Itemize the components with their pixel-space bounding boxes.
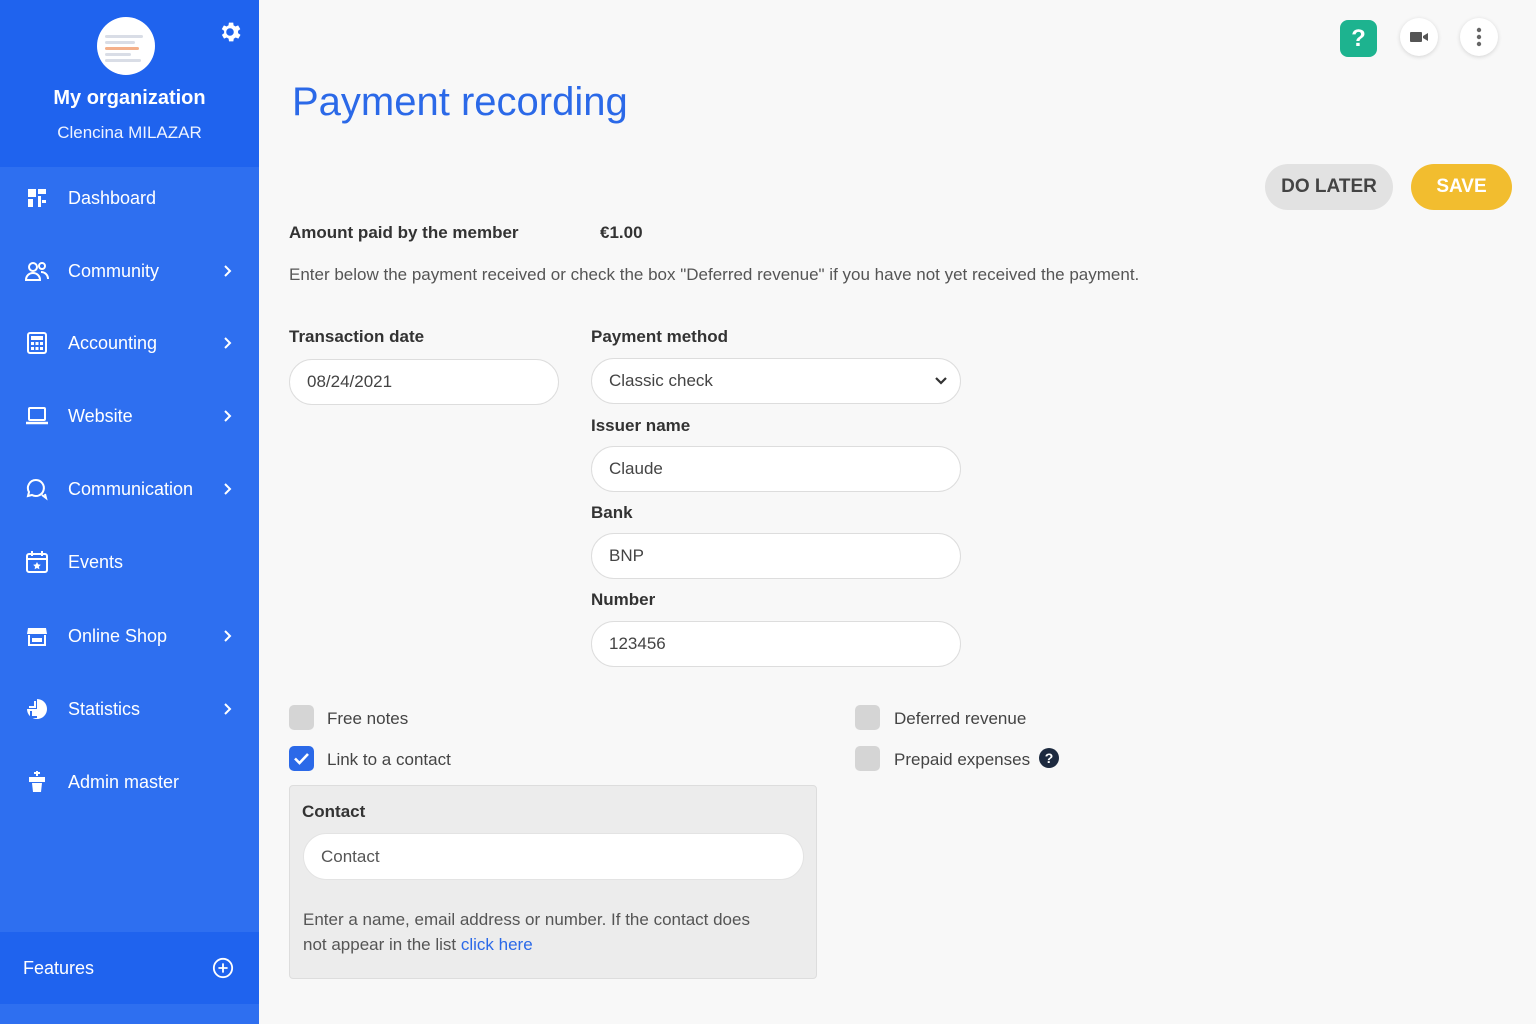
sidebar-item-website[interactable]: Website — [0, 391, 259, 441]
chat-bubble-icon — [26, 478, 48, 501]
do-later-button[interactable]: DO LATER — [1265, 164, 1393, 210]
avatar[interactable] — [97, 17, 155, 75]
prepaid-expenses-label: Prepaid expenses — [894, 750, 1031, 769]
link-contact-label: Link to a contact — [327, 750, 451, 769]
contact-help-text: Enter a name, email address or number. I… — [303, 907, 773, 957]
chevron-right-icon — [224, 703, 232, 715]
prepaid-expenses-checkbox[interactable] — [855, 746, 880, 771]
help-button[interactable]: ? — [1340, 20, 1377, 57]
pie-chart-icon — [27, 699, 47, 719]
sidebar-item-label: Communication — [68, 478, 194, 499]
free-notes-checkbox[interactable] — [289, 705, 314, 730]
sidebar: My organization Clencina MILAZAR Dashboa… — [0, 0, 259, 1024]
contact-input[interactable]: Contact — [303, 833, 804, 880]
sidebar-item-admin-master[interactable]: Admin master — [0, 757, 259, 807]
calendar-icon — [26, 551, 48, 573]
admin-icon — [29, 771, 45, 792]
sidebar-item-communication[interactable]: Communication — [0, 464, 259, 514]
sidebar-item-dashboard[interactable]: Dashboard — [0, 173, 259, 223]
sidebar-item-online-shop[interactable]: Online Shop — [0, 611, 259, 661]
sidebar-item-label: Dashboard — [68, 187, 157, 208]
sidebar-item-label: Online Shop — [68, 625, 168, 646]
community-icon — [24, 262, 49, 281]
features-label: Features — [23, 958, 95, 978]
free-notes-label: Free notes — [327, 709, 409, 728]
sidebar-item-label: Events — [68, 551, 124, 572]
sidebar-item-label: Accounting — [68, 332, 158, 353]
sidebar-item-label: Admin master — [68, 771, 180, 792]
user-name: Clencina MILAZAR — [57, 123, 202, 142]
chevron-right-icon — [224, 337, 232, 349]
sidebar-item-statistics[interactable]: Statistics — [0, 684, 259, 734]
laptop-icon — [26, 407, 48, 425]
video-camera-icon — [1410, 32, 1428, 42]
number-input[interactable]: 123456 — [591, 621, 961, 667]
bank-label: Bank — [591, 503, 633, 522]
bank-input[interactable]: BNP — [591, 533, 961, 579]
sidebar-item-accounting[interactable]: Accounting — [0, 318, 259, 368]
chevron-right-icon — [224, 265, 232, 277]
plus-circle-icon — [212, 957, 234, 979]
transaction-date-input[interactable]: 08/24/2021 — [289, 359, 559, 405]
sidebar-footer — [0, 1004, 259, 1024]
issuer-name-label: Issuer name — [591, 416, 691, 435]
more-options-button[interactable] — [1460, 18, 1498, 56]
save-button[interactable]: SAVE — [1411, 164, 1512, 210]
amount-value: €1.00 — [600, 223, 643, 242]
question-mark-icon[interactable]: ? — [1039, 748, 1059, 768]
amount-label: Amount paid by the member — [289, 223, 519, 242]
contact-title: Contact — [302, 802, 366, 821]
deferred-revenue-label: Deferred revenue — [894, 709, 1027, 728]
link-contact-checkbox[interactable] — [289, 746, 314, 771]
chevron-right-icon — [224, 630, 232, 642]
more-vertical-icon — [1476, 27, 1482, 47]
chevron-down-icon — [935, 377, 947, 385]
deferred-revenue-checkbox[interactable] — [855, 705, 880, 730]
click-here-link[interactable]: click here — [461, 935, 533, 954]
org-header: My organization Clencina MILAZAR — [0, 0, 259, 167]
chevron-right-icon — [224, 410, 232, 422]
calculator-icon — [27, 332, 47, 354]
sidebar-item-label: Community — [68, 260, 160, 281]
dashboard-icon — [28, 189, 46, 207]
payment-method-select[interactable]: Classic check — [591, 358, 961, 404]
sidebar-item-label: Website — [68, 405, 133, 426]
number-label: Number — [591, 590, 656, 609]
sidebar-item-events[interactable]: Events — [0, 537, 259, 587]
chevron-right-icon — [224, 483, 232, 495]
video-button[interactable] — [1400, 18, 1438, 56]
issuer-name-input[interactable]: Claude — [591, 446, 961, 492]
page-title: Payment recording — [292, 80, 628, 124]
payment-method-value: Classic check — [609, 371, 713, 390]
payment-method-label: Payment method — [591, 327, 728, 346]
gear-icon[interactable] — [217, 19, 243, 45]
sidebar-item-community[interactable]: Community — [0, 246, 259, 296]
shop-icon — [27, 628, 47, 646]
contact-panel: Contact Contact Enter a name, email addr… — [289, 785, 817, 979]
sidebar-item-label: Statistics — [68, 698, 141, 719]
transaction-date-label: Transaction date — [289, 327, 425, 346]
org-name: My organization — [53, 87, 206, 109]
checkmark-icon — [294, 753, 309, 765]
features-button[interactable]: Features — [0, 932, 259, 1004]
instructions-text: Enter below the payment received or chec… — [289, 265, 1140, 284]
